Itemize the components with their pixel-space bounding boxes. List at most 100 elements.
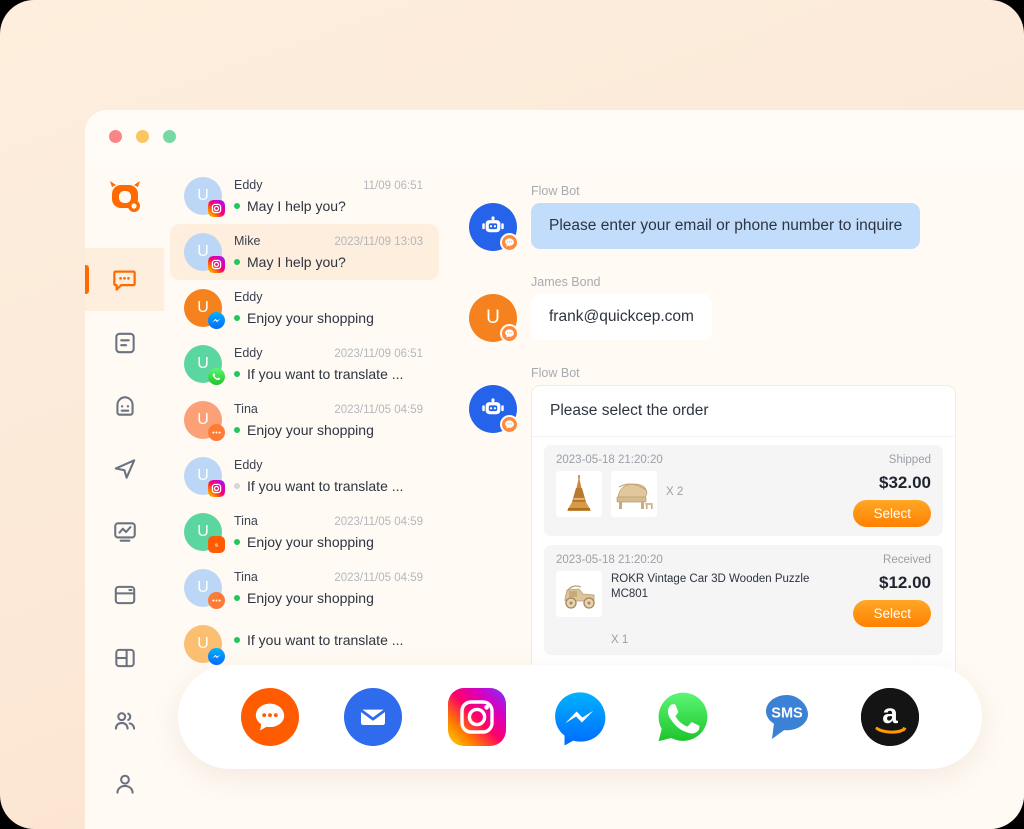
avatar-initial: U: [197, 243, 209, 260]
channel-instagram[interactable]: [447, 688, 506, 746]
unread-indicator: [234, 427, 240, 433]
product-quantity: X 1: [611, 633, 629, 646]
unread-indicator: [234, 539, 240, 545]
conversation-list-item[interactable]: U Eddy If you want to translate ...: [170, 448, 439, 504]
conversation-list-item[interactable]: U Tina 2023/11/05 04:59 Enjoy your shopping: [170, 560, 439, 616]
sidebar-item-campaigns[interactable]: [85, 437, 164, 500]
channel-email[interactable]: [344, 688, 403, 746]
avatar-initial: U: [197, 299, 209, 316]
message-preview: If you want to translate ...: [247, 632, 404, 648]
message-user-email: James Bond U frank@quickcep.com: [469, 275, 968, 343]
conversation-list-item[interactable]: Us Tina 2023/11/05 04:59 Enjoy your shoppin…: [170, 504, 439, 560]
avatar: Us: [184, 513, 225, 553]
unread-indicator: [234, 203, 240, 209]
order-date: 2023-05-18 21:20:20: [556, 554, 663, 566]
avatar-initial: U: [197, 411, 209, 428]
instagram-badge-icon: [208, 200, 225, 217]
livechat-icon: [255, 703, 284, 731]
avatar: U: [184, 457, 225, 497]
screenshot-root: U Eddy 11/09 06:51 May I help you? U Mike 2023…: [0, 0, 1024, 829]
livechat-badge-icon: [208, 424, 225, 441]
avatar-initial: U: [486, 307, 500, 328]
sidebar-item-team[interactable]: [85, 689, 164, 752]
message-preview: May I help you?: [247, 254, 346, 270]
sidebar-item-profile[interactable]: [85, 752, 164, 815]
channel-livechat[interactable]: [240, 688, 299, 746]
avatar: U: [184, 233, 225, 273]
quickcep-logo: [101, 174, 149, 222]
contact-name: Eddy: [234, 458, 263, 472]
unread-indicator: [234, 483, 240, 489]
channel-whatsapp[interactable]: [654, 688, 712, 746]
sidebar-item-conversations[interactable]: [85, 248, 164, 311]
message-time: 2023/11/05 04:59: [334, 516, 423, 528]
svg-text:a: a: [882, 698, 898, 729]
send-icon: [114, 458, 135, 479]
sidebar-item-tickets[interactable]: [85, 311, 164, 374]
conversation-list-item[interactable]: U Eddy 11/09 06:51 May I help you?: [170, 168, 439, 224]
message-bubble: Please enter your email or phone number …: [531, 203, 921, 249]
message-bot-greeting: Flow Bot Please enter your email or phon…: [469, 184, 968, 252]
select-order-button[interactable]: Select: [853, 500, 931, 527]
sidebar-item-chatbot[interactable]: [85, 374, 164, 437]
analytics-icon: [113, 521, 136, 542]
contact-name: Eddy: [234, 346, 263, 360]
message-time: 2023/11/09 06:51: [334, 348, 423, 360]
livechat-badge-icon: [208, 592, 225, 609]
channel-amazon[interactable]: a: [861, 688, 920, 746]
message-time: 11/09 06:51: [363, 180, 423, 192]
instagram-badge-icon: [208, 480, 225, 497]
sms-badge-icon: s: [208, 536, 225, 553]
channel-messenger[interactable]: [551, 688, 609, 746]
message-preview: If you want to translate ...: [247, 366, 404, 382]
conversation-list-item[interactable]: U Mike 2023/11/09 13:03 May I help you?: [170, 224, 439, 280]
order-item: 2023-05-18 21:20:20 Shipped X 2 $32.00 Selec…: [544, 445, 943, 536]
message-time: 2023/11/05 04:59: [334, 404, 423, 416]
bot-avatar: [469, 385, 519, 434]
conversation-list-item[interactable]: U If you want to translate ...: [170, 616, 439, 672]
unread-indicator: [234, 595, 240, 601]
order-card-title: Please select the order: [532, 386, 955, 437]
order-status: Shipped: [888, 454, 931, 466]
contact-name: Tina: [234, 570, 258, 584]
email-icon: [360, 709, 386, 725]
conversation-list-item[interactable]: U Eddy 2023/11/09 06:51 If you want to tran…: [170, 336, 439, 392]
contact-name: Eddy: [234, 290, 263, 304]
avatar-initial: U: [197, 579, 209, 596]
product-thumbnail: [556, 571, 602, 617]
svg-text:SMS: SMS: [771, 706, 803, 722]
message-preview: Enjoy your shopping: [247, 590, 374, 606]
message-bot-order-picker: Flow Bot Please select the order 2023-05…: [469, 366, 968, 677]
maximize-button[interactable]: [163, 129, 176, 143]
minimize-button[interactable]: [136, 129, 149, 143]
instagram-badge-icon: [208, 256, 225, 273]
livechat-badge-icon: [500, 233, 519, 252]
message-sender-name: Flow Bot: [531, 366, 580, 380]
sidebar-item-analytics[interactable]: [85, 500, 164, 563]
sidebar-item-orders[interactable]: [85, 563, 164, 626]
channel-sms[interactable]: SMS: [758, 688, 816, 746]
avatar-initial: U: [197, 355, 209, 372]
product-thumbnail: [556, 471, 602, 517]
message-preview: Enjoy your shopping: [247, 310, 374, 326]
message-bubble: frank@quickcep.com: [531, 294, 712, 340]
order-status: Received: [883, 554, 931, 566]
contact-name: Eddy: [234, 178, 263, 192]
sidebar-item-workspace[interactable]: [85, 626, 164, 689]
select-order-button[interactable]: Select: [853, 600, 931, 627]
avatar: U: [184, 569, 225, 609]
order-date: 2023-05-18 21:20:20: [556, 454, 663, 466]
conversation-list-item[interactable]: U Eddy Enjoy your shopping: [170, 280, 439, 336]
livechat-badge-icon: [500, 415, 519, 434]
message-preview: May I help you?: [247, 198, 346, 214]
order-item: 2023-05-18 21:20:20 Received ROKR Vintage …: [544, 545, 943, 655]
order-price: $32.00: [879, 473, 931, 492]
contact-name: Tina: [234, 514, 258, 528]
livechat-badge-icon: [500, 324, 519, 343]
messenger-badge-icon: [208, 312, 225, 329]
order-price: $12.00: [879, 573, 931, 592]
close-button[interactable]: [109, 129, 122, 143]
contact-name: Mike: [234, 234, 261, 248]
conversation-list-item[interactable]: U Tina 2023/11/05 04:59 Enjoy your shopping: [170, 392, 439, 448]
avatar-initial: U: [197, 523, 209, 540]
